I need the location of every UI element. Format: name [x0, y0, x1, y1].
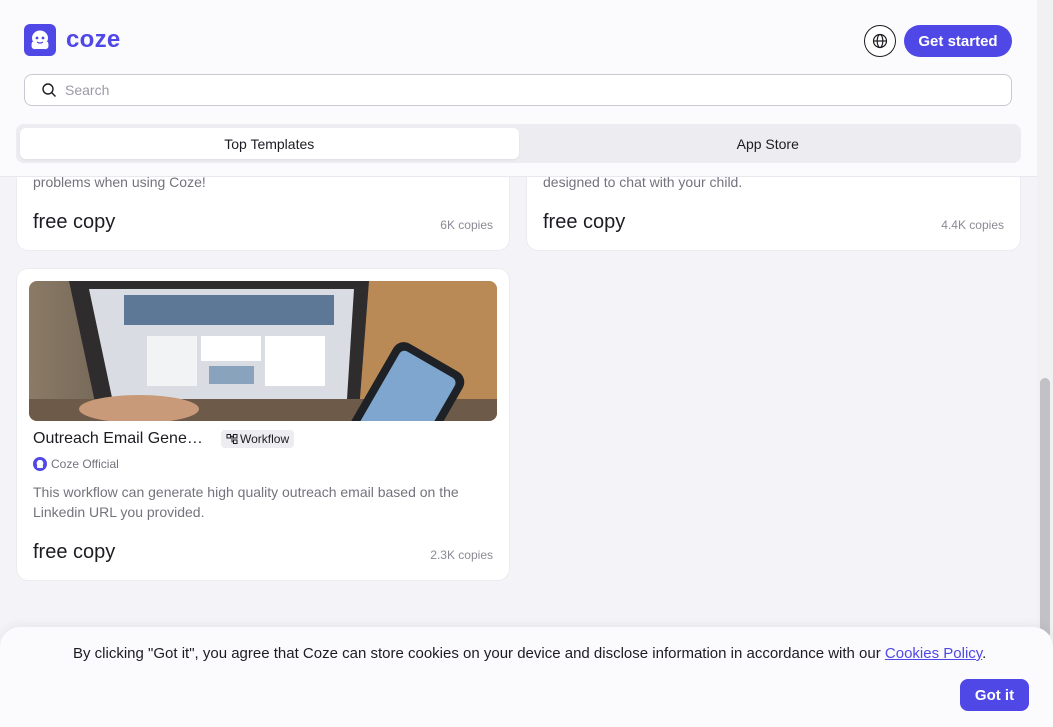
- card-title-row: Outreach Email Gene… Workflow: [33, 430, 295, 448]
- cookie-banner: By clicking "Got it", you agree that Coz…: [0, 627, 1053, 727]
- cookies-policy-link[interactable]: Cookies Policy: [885, 645, 982, 662]
- template-tabs: Top Templates App Store: [16, 124, 1021, 163]
- logo-text: coze: [66, 26, 121, 53]
- card-copies: 2.3K copies: [430, 548, 493, 562]
- logo[interactable]: coze: [24, 24, 121, 56]
- workflow-icon: [226, 434, 238, 444]
- coze-logo-icon: [24, 24, 56, 56]
- tab-top-templates[interactable]: Top Templates: [20, 128, 519, 159]
- cookie-text-end: .: [982, 645, 987, 662]
- scrollbar-thumb[interactable]: [1040, 378, 1050, 638]
- tab-app-store[interactable]: App Store: [519, 128, 1018, 159]
- template-card[interactable]: Outreach Email Gene… Workflow Coze Offic…: [16, 268, 510, 581]
- globe-icon: [872, 33, 888, 49]
- header: coze Get started Top Templates App Store: [0, 0, 1037, 177]
- cookie-text: By clicking "Got it", you agree that Coz…: [73, 645, 885, 662]
- coze-official-avatar-icon: [33, 457, 47, 471]
- card-description: This workflow can generate high quality …: [33, 484, 459, 520]
- card-price: free copy: [543, 211, 626, 233]
- card-copies: 6K copies: [440, 218, 493, 232]
- cookie-message: By clicking "Got it", you agree that Coz…: [73, 645, 986, 662]
- tag-label: Workflow: [240, 432, 290, 446]
- search-box[interactable]: [24, 74, 1012, 106]
- search-input[interactable]: [65, 82, 965, 98]
- got-it-button[interactable]: Got it: [960, 679, 1029, 711]
- author-name: Coze Official: [51, 457, 119, 471]
- card-author: Coze Official: [33, 457, 119, 471]
- card-price: free copy: [33, 541, 116, 563]
- get-started-button[interactable]: Get started: [904, 25, 1012, 57]
- card-title: Outreach Email Gene…: [33, 430, 203, 447]
- search-icon: [42, 83, 56, 97]
- card-copies: 4.4K copies: [941, 218, 1004, 232]
- card-thumbnail: [29, 281, 497, 421]
- card-price: free copy: [33, 211, 116, 233]
- workflow-tag: Workflow: [221, 430, 295, 448]
- language-button[interactable]: [864, 25, 896, 57]
